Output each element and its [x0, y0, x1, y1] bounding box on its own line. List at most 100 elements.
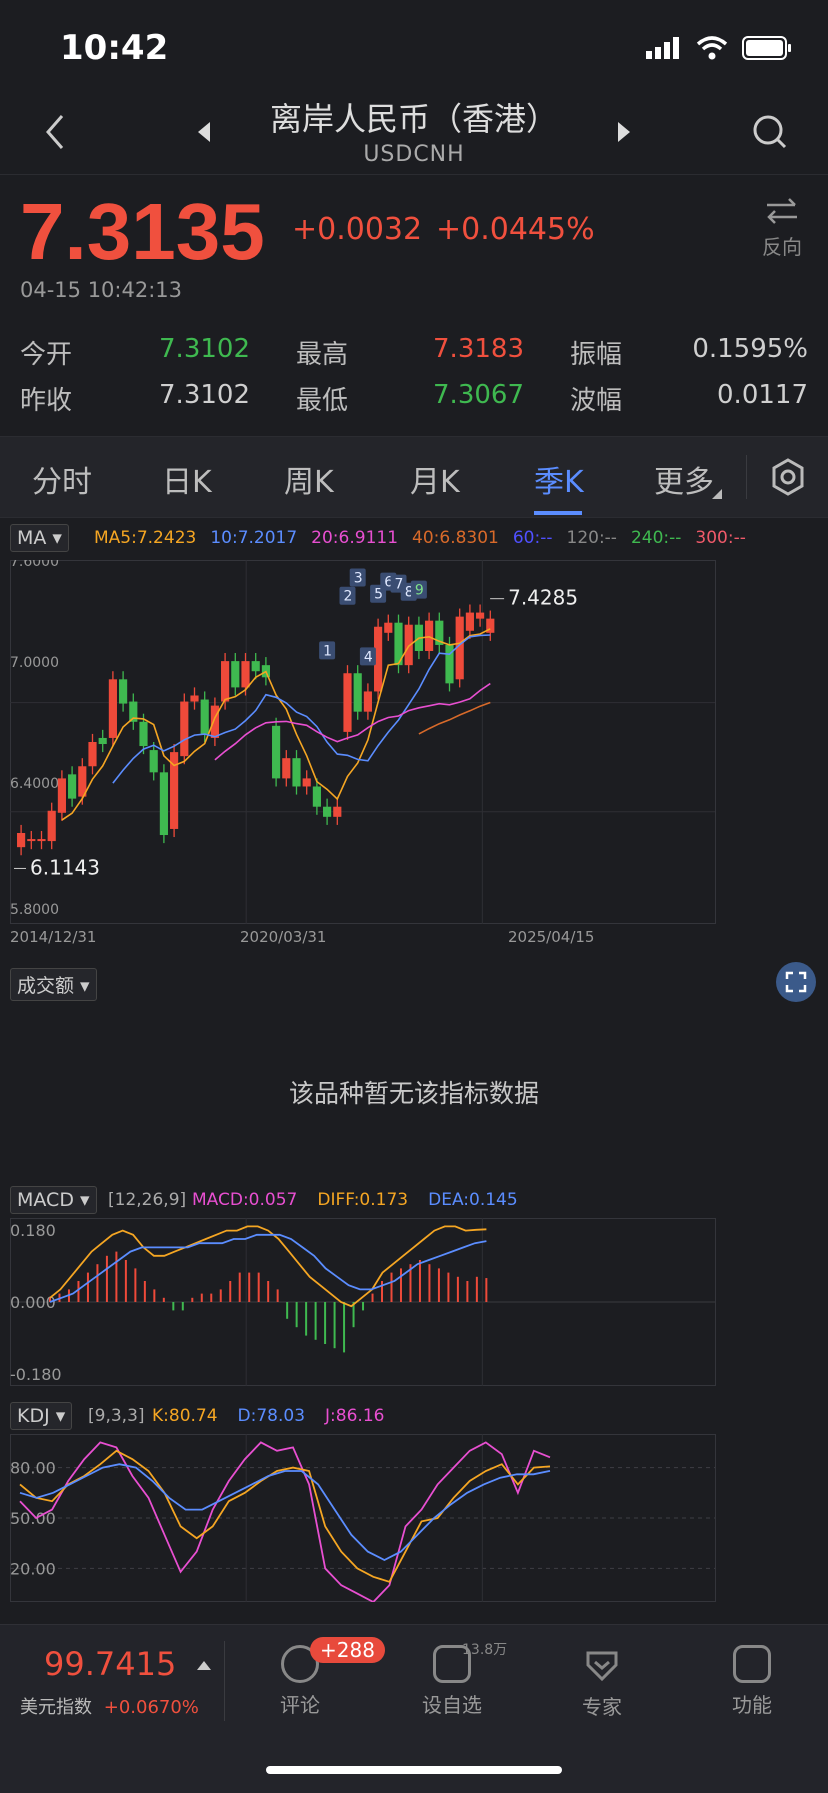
kline-marker-label: 9 [415, 583, 424, 599]
candle-body [119, 679, 128, 704]
candle-body [465, 612, 474, 631]
y-tick-label: 80.00 [10, 1459, 56, 1478]
kdj-params: [9,3,3] [88, 1406, 145, 1426]
ma-legend: MA5:7.2423 10:7.2017 20:6.9111 40:6.8301… [94, 528, 746, 548]
ma-legend-item: 120:-- [566, 528, 617, 548]
candle-body [312, 786, 321, 807]
stat-open: 7.3102 [159, 334, 250, 364]
stat-label: 最低 [296, 386, 349, 416]
ma-legend-item: 60:-- [512, 528, 553, 548]
settings-icon[interactable] [770, 457, 806, 497]
candle-body [27, 839, 36, 842]
candle-body [476, 612, 485, 619]
max-price-label: 7.4285 [508, 586, 578, 610]
kdj-legend-item: D:78.03 [237, 1406, 306, 1426]
macd-legend-item: MACD:0.057 [192, 1190, 298, 1210]
macd-selector-label: MACD [17, 1189, 74, 1211]
tab-intraday[interactable]: 分时 [32, 457, 92, 501]
macd-chart: 0.180 0.000 -0.180 [10, 1218, 716, 1386]
ma-legend-item: 40:6.8301 [412, 528, 499, 548]
candle-body [251, 661, 260, 672]
candle-body [302, 778, 311, 787]
chart-frame [10, 560, 716, 924]
ma-legend-item: 10:7.2017 [210, 528, 298, 548]
candle-body [98, 737, 107, 745]
nav-bar: 离岸人民币（香港） USDCNH [0, 90, 828, 175]
tab-daily[interactable]: 日K [162, 457, 212, 501]
tab-monthly[interactable]: 月K [410, 457, 460, 501]
next-symbol-icon[interactable] [616, 120, 632, 144]
candle-body [333, 806, 342, 817]
comment-label: 评论 [280, 1693, 320, 1717]
status-time: 10:42 [60, 28, 169, 68]
volume-selector[interactable]: 成交额 ▾ [10, 968, 97, 1001]
tab-more[interactable]: 更多 [654, 457, 714, 501]
volume-selector-label: 成交额 [17, 975, 75, 997]
candle-body [231, 661, 240, 688]
candle-body [180, 701, 189, 757]
dropdown-corner-icon [712, 489, 722, 499]
kdj-legend-item: K:80.74 [152, 1406, 218, 1426]
ma-legend-item: MA5:7.2423 [94, 528, 197, 548]
candle-body [384, 622, 393, 633]
price-change-pct: +0.0445% [436, 212, 595, 247]
quote-stats: 今开 7.3102 最高 7.3183 振幅 0.1595% 昨收 7.3102… [20, 334, 808, 434]
signal-icon [646, 37, 679, 59]
candle-body [139, 721, 148, 747]
candle-body [57, 778, 66, 813]
stat-label: 最高 [296, 340, 349, 370]
ma-legend-item: 20:6.9111 [311, 528, 399, 548]
candle-body [88, 742, 97, 767]
kdj-selector[interactable]: KDJ ▾ [10, 1402, 73, 1430]
ma-selector-label: MA [17, 527, 47, 549]
add-watchlist-button[interactable]: 设自选 13.8万 [392, 1642, 512, 1718]
stat-prev-close: 7.3102 [159, 380, 250, 410]
macd-legend-item: DIFF:0.173 [317, 1190, 409, 1210]
index-name: 美元指数 [20, 1697, 92, 1718]
expert-button[interactable]: 专家 [542, 1645, 662, 1720]
candle-body [159, 772, 168, 836]
kline-chart[interactable]: 7.6000 7.0000 6.4000 5.8000 7.4285 6.1143 1 23 4… [10, 560, 818, 924]
fullscreen-button[interactable] [776, 962, 816, 1002]
wifi-icon [696, 36, 728, 60]
related-index[interactable]: 99.7415 美元指数 +0.0670% [20, 1645, 199, 1719]
kdj-chart: 80.0050.0020.00 [10, 1434, 716, 1602]
search-icon[interactable] [752, 114, 788, 150]
macd-legend-item: DEA:0.145 [428, 1190, 518, 1210]
stat-label: 波幅 [570, 386, 623, 416]
period-tabs: 分时 日K 周K 月K 季K 更多 [0, 436, 828, 518]
x-tick-label: 2014/12/31 [10, 928, 97, 946]
macd-legend: MACD:0.057 DIFF:0.173 DEA:0.145 [192, 1190, 518, 1210]
battery-icon [742, 36, 791, 60]
y-tick-label: 0.000 [10, 1293, 56, 1312]
index-change: +0.0670% [103, 1697, 199, 1718]
candle-body [241, 661, 250, 688]
y-tick-label: 5.8000 [10, 902, 59, 918]
swap-icon [767, 198, 797, 224]
macd-selector[interactable]: MACD ▾ [10, 1186, 97, 1214]
stat-amplitude: 0.1595% [692, 334, 808, 364]
last-price: 7.3135 [20, 187, 265, 276]
candle-body [221, 661, 230, 702]
reverse-button[interactable]: 反向 [762, 196, 802, 260]
candle-body [17, 833, 26, 848]
candle-body [425, 620, 434, 651]
expert-icon [586, 1651, 618, 1682]
ma-selector[interactable]: MA ▾ [10, 524, 69, 552]
menu-icon [733, 1645, 771, 1683]
tab-quarterly[interactable]: 季K [534, 457, 584, 501]
expand-up-icon[interactable] [196, 1659, 212, 1671]
stat-label: 振幅 [570, 340, 623, 370]
y-tick-label: 20.00 [10, 1559, 56, 1578]
comment-button[interactable]: 评论 +288 [240, 1637, 385, 1718]
candle-body [282, 758, 291, 779]
function-label: 功能 [732, 1693, 772, 1717]
candle-body [353, 673, 362, 712]
tab-weekly[interactable]: 周K [284, 457, 334, 501]
candle-body [292, 758, 301, 787]
kdj-legend-item: J:86.16 [325, 1406, 385, 1426]
candle-body [363, 691, 372, 712]
candle-body [210, 705, 219, 738]
active-tab-indicator [534, 511, 582, 515]
function-button[interactable]: 功能 [692, 1645, 812, 1718]
